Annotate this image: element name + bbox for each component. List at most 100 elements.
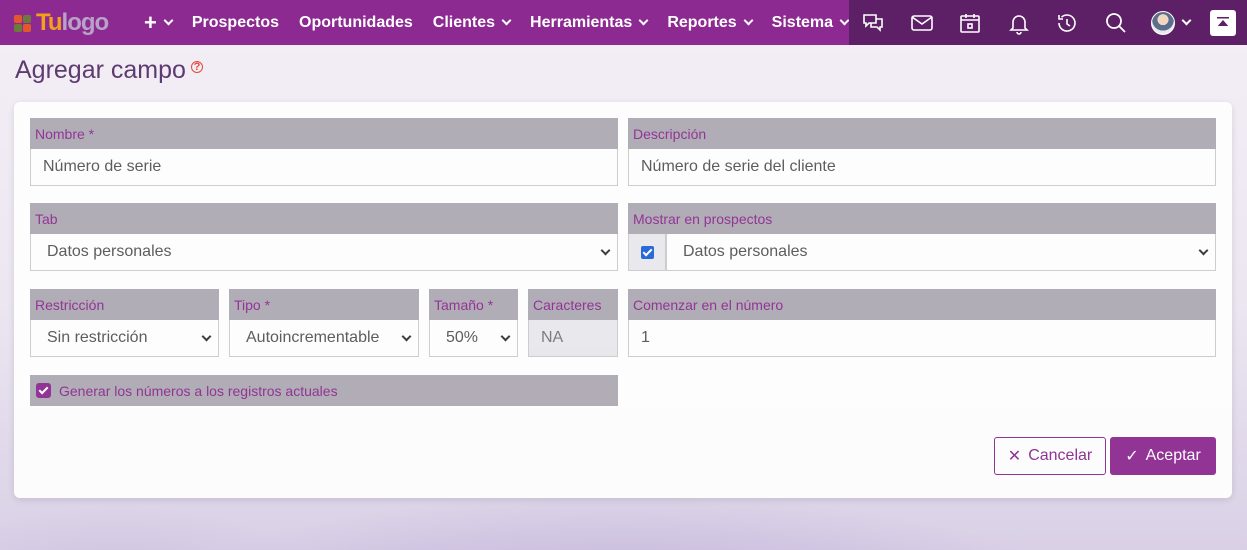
generar-row[interactable]: Generar los números a los registros actu… <box>30 375 618 406</box>
restriccion-value: Sin restricción <box>47 329 148 346</box>
history-button[interactable] <box>1043 0 1092 45</box>
nav-oportunidades[interactable]: Oportunidades <box>299 14 413 32</box>
chevron-down-icon <box>638 15 649 26</box>
mail-icon <box>910 14 933 31</box>
check-icon: ✓ <box>1125 448 1139 465</box>
logo[interactable]: Tu logo <box>14 0 126 45</box>
calendar-button[interactable] <box>946 0 995 45</box>
cancel-label: Cancelar <box>1028 447 1093 464</box>
nav-label: Reportes <box>667 13 737 31</box>
nav-prospectos[interactable]: Prospectos <box>192 14 279 32</box>
chevron-down-icon <box>1198 245 1209 256</box>
nav-label: Clientes <box>432 13 496 31</box>
logo-text-logo: logo <box>61 8 110 36</box>
tamano-select[interactable]: 50% <box>429 320 518 357</box>
page-title: Agregar campo ? <box>15 56 203 85</box>
mostrar-value: Datos personales <box>683 243 808 260</box>
accept-label: Aceptar <box>1145 447 1201 464</box>
add-menu-button[interactable]: + <box>144 9 174 36</box>
top-navbar: Tu logo + Prospectos Oportunidades Clien… <box>0 0 1247 45</box>
mostrar-field: Mostrar en prospectos Datos personales <box>628 203 1216 271</box>
history-icon <box>1058 13 1077 32</box>
nombre-field: Nombre * Número de serie <box>30 118 618 186</box>
restriccion-field: Restricción Sin restricción <box>30 289 219 357</box>
generar-checkbox[interactable] <box>36 383 51 398</box>
mostrar-label: Mostrar en prospectos <box>628 203 1216 234</box>
chevron-down-icon <box>401 331 412 342</box>
tab-field: Tab Datos personales <box>30 203 618 271</box>
search-icon <box>1105 12 1126 33</box>
tipo-label: Tipo * <box>229 289 419 320</box>
mostrar-row: Datos personales <box>628 234 1216 271</box>
comenzar-label: Comenzar en el número <box>628 289 1216 320</box>
tamano-label: Tamaño * <box>429 289 518 320</box>
chat-button[interactable] <box>849 0 898 45</box>
logo-text-tu: Tu <box>36 8 63 36</box>
chevron-down-icon <box>201 331 212 342</box>
descripcion-label: Descripción <box>628 118 1216 149</box>
avatar <box>1150 10 1175 35</box>
bell-icon <box>1008 14 1029 35</box>
scroll-top-button[interactable] <box>1210 9 1236 36</box>
mail-button[interactable] <box>898 0 947 45</box>
tab-label: Tab <box>30 203 618 234</box>
chat-icon <box>863 13 884 32</box>
nav-sistema[interactable]: Sistema <box>771 13 850 32</box>
search-button[interactable] <box>1092 0 1141 45</box>
help-icon[interactable]: ? <box>190 61 203 73</box>
accept-button[interactable]: ✓ Aceptar <box>1110 437 1216 475</box>
comenzar-field: Comenzar en el número 1 <box>628 289 1216 357</box>
plus-icon: + <box>144 9 157 35</box>
nav-label: Oportunidades <box>299 13 413 31</box>
nav-clientes[interactable]: Clientes <box>432 13 512 32</box>
descripcion-field: Descripción Número de serie del cliente <box>628 118 1216 186</box>
tipo-field: Tipo * Autoincrementable <box>229 289 419 357</box>
notifications-button[interactable] <box>995 0 1044 45</box>
descripcion-input[interactable]: Número de serie del cliente <box>628 149 1216 186</box>
mostrar-select[interactable]: Datos personales <box>666 234 1216 271</box>
nombre-label: Nombre * <box>30 118 618 149</box>
nav-herramientas[interactable]: Herramientas <box>530 13 649 32</box>
tab-select[interactable]: Datos personales <box>30 234 618 271</box>
logo-mark-icon <box>14 14 34 32</box>
caracteres-value: NA <box>541 329 564 346</box>
caracteres-field: Caracteres NA <box>528 289 618 357</box>
mostrar-checkbox-wrap <box>628 234 666 271</box>
user-menu-button[interactable] <box>1140 0 1200 45</box>
chevron-down-icon <box>600 245 611 256</box>
generar-label: Generar los números a los registros actu… <box>59 382 338 399</box>
tamano-field: Tamaño * 50% <box>429 289 518 357</box>
page-title-text: Agregar campo <box>15 56 186 84</box>
nombre-value: Número de serie <box>43 158 162 175</box>
chevron-down-icon <box>839 15 850 26</box>
chevron-down-icon <box>500 331 511 342</box>
comenzar-input[interactable]: 1 <box>628 320 1216 357</box>
mostrar-checkbox[interactable] <box>640 245 654 259</box>
chevron-down-icon <box>163 15 174 26</box>
scroll-top-icon <box>1217 16 1229 26</box>
nav-right-toolbar <box>849 0 1247 45</box>
tab-value: Datos personales <box>47 243 172 260</box>
tamano-value: 50% <box>446 329 479 346</box>
calendar-icon <box>960 13 981 33</box>
nav-label: Herramientas <box>530 13 633 31</box>
caracteres-label: Caracteres <box>528 289 618 320</box>
nav-label: Prospectos <box>191 13 279 31</box>
close-icon: ✕ <box>1007 448 1022 465</box>
cancel-button[interactable]: ✕ Cancelar <box>994 437 1106 475</box>
form-card: Nombre * Número de serie Descripción Núm… <box>14 102 1232 498</box>
nombre-input[interactable]: Número de serie <box>30 149 618 186</box>
nav-label: Sistema <box>771 13 834 31</box>
chevron-down-icon <box>501 15 512 26</box>
comenzar-value: 1 <box>641 329 650 346</box>
tipo-select[interactable]: Autoincrementable <box>229 320 419 357</box>
tipo-value: Autoincrementable <box>246 329 380 346</box>
chevron-down-icon <box>1181 15 1191 26</box>
caracteres-input: NA <box>528 320 618 357</box>
restriccion-select[interactable]: Sin restricción <box>30 320 219 357</box>
nav-reportes[interactable]: Reportes <box>667 13 754 32</box>
generar-field: Generar los números a los registros actu… <box>30 375 618 406</box>
chevron-down-icon <box>743 15 754 26</box>
descripcion-value: Número de serie del cliente <box>641 158 836 175</box>
restriccion-label: Restricción <box>30 289 219 320</box>
